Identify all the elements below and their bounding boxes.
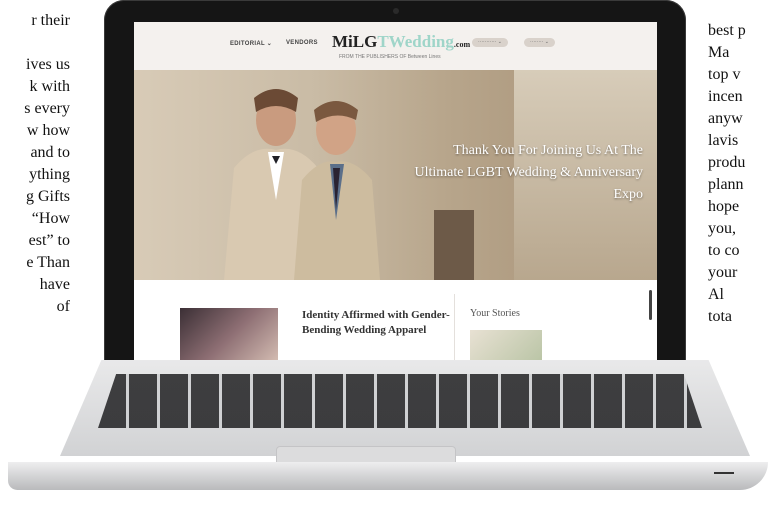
webcam-icon: [393, 8, 399, 14]
logo-suffix-text: .com: [453, 40, 471, 49]
right-text-line: you,: [708, 220, 736, 237]
your-stories-heading: Your Stories: [470, 308, 520, 319]
laptop-base: [8, 360, 768, 490]
site-nav-bar: EDITORIAL ⌄ VENDORS MiLGTWedding.com FRO…: [134, 22, 657, 70]
right-text-line: incen: [708, 88, 743, 105]
nav-dropdown-1[interactable]: ··········· ⌄: [472, 38, 508, 47]
hero-couple-photo: [224, 89, 380, 280]
right-text-line: anyw: [708, 110, 743, 127]
left-text-line: have: [39, 276, 70, 293]
nav-vendors-link[interactable]: VENDORS: [286, 40, 318, 46]
left-article-column: r their ives us k with s every w how and…: [0, 10, 70, 318]
right-text-line: plann: [708, 176, 744, 193]
left-text-line: est” to: [28, 232, 70, 249]
right-text-line: top v: [708, 66, 741, 83]
article-title-link[interactable]: Identity Affirmed with Gender-Bending We…: [302, 308, 452, 338]
left-text-line: ything: [29, 166, 70, 183]
left-text-line: s every: [24, 100, 70, 117]
left-text-line: k with: [29, 78, 70, 95]
left-text-line: g Gifts: [26, 188, 70, 205]
article-thumbnail[interactable]: [180, 308, 278, 364]
laptop-front-edge: [8, 462, 768, 490]
nav-editorial-link[interactable]: EDITORIAL ⌄: [230, 40, 272, 47]
left-text-line: and to: [30, 144, 70, 161]
hero-caption: Thank You For Joining Us At The Ultimate…: [414, 143, 643, 202]
left-text-line: of: [56, 298, 70, 315]
logo-highlight-text: TWedding: [377, 32, 454, 51]
left-text-line: “How: [31, 210, 70, 227]
right-text-line: Ma: [708, 44, 730, 61]
laptop-screen: EDITORIAL ⌄ VENDORS MiLGTWedding.com FRO…: [134, 22, 657, 368]
page-scrollbar[interactable]: [649, 290, 652, 320]
right-text-line: Al: [708, 286, 724, 303]
right-text-line: to co: [708, 242, 740, 259]
right-article-column: best p Ma top v incen anyw lavis produ p…: [708, 20, 768, 328]
content-section: Identity Affirmed with Gender-Bending We…: [134, 280, 657, 368]
left-text-line: [0, 32, 70, 54]
laptop-lid: EDITORIAL ⌄ VENDORS MiLGTWedding.com FRO…: [104, 0, 686, 372]
column-divider: [454, 294, 455, 368]
right-text-line: tota: [708, 308, 732, 325]
right-text-line: produ: [708, 154, 746, 171]
logo-tagline: FROM THE PUBLISHERS OF Between Lines: [339, 54, 441, 60]
hero-doorway: [434, 210, 474, 280]
left-text-line: ives us: [26, 56, 70, 73]
nav-dropdown-2[interactable]: ········ ⌄: [524, 38, 555, 47]
logo-main-text: MiLG: [332, 32, 378, 51]
keyboard-keys: [98, 374, 702, 428]
left-text-line: w how: [26, 122, 70, 139]
right-text-line: hope: [708, 198, 740, 215]
left-text-line: r their: [31, 12, 70, 29]
left-text-line: e Than: [26, 254, 70, 271]
site-logo[interactable]: MiLGTWedding.com: [332, 32, 470, 52]
right-text-line: best p: [708, 22, 746, 39]
right-text-line: lavis: [708, 132, 739, 149]
laptop-indicator: [714, 472, 734, 474]
hero-banner: Thank You For Joining Us At The Ultimate…: [134, 70, 657, 280]
right-text-line: your: [708, 264, 738, 281]
